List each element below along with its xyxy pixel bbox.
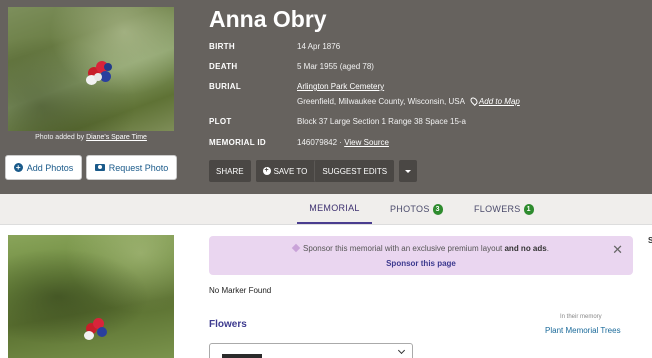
birth-label: BIRTH <box>209 42 235 51</box>
photos-count-badge: 3 <box>432 203 443 215</box>
sponsor-banner: Sponsor this memorial with an exclusive … <box>209 236 633 275</box>
suggest-edits-button[interactable]: SUGGEST EDITS <box>314 160 395 182</box>
sponsor-link[interactable]: Sponsor this page <box>209 259 633 268</box>
add-photos-button[interactable]: + Add Photos <box>5 155 82 180</box>
plus-circle-icon: + <box>262 167 271 175</box>
birth-value: 14 Apr 1876 <box>297 42 341 51</box>
burial-cemetery-link[interactable]: Arlington Park Cemetery <box>297 82 384 91</box>
caret-down-icon <box>405 169 412 173</box>
map-pin-icon <box>468 96 479 106</box>
death-value: 5 Mar 1955 (aged 78) <box>297 62 374 71</box>
camera-icon <box>94 164 105 171</box>
sponsor-text-main: Sponsor this memorial with an exclusive … <box>303 244 503 253</box>
burial-location: Greenfield, Milwaukee County, Wisconsin,… <box>297 97 465 106</box>
photo-credit: Photo added by Diane's Spare Time <box>8 134 174 141</box>
burial-location-wrap: Greenfield, Milwaukee County, Wisconsin,… <box>297 96 520 106</box>
close-icon[interactable]: ✕ <box>612 242 623 258</box>
plant-trees-link[interactable]: Plant Memorial Trees <box>545 326 621 335</box>
suggest-edits-label: SUGGEST EDITS <box>322 166 388 176</box>
memorial-id-separator: · <box>339 138 342 147</box>
view-source-link[interactable]: View Source <box>344 138 389 147</box>
cemetery-link-text[interactable]: Arlington Park Cemetery <box>297 82 384 91</box>
flowers-count-badge: 1 <box>523 203 534 215</box>
tab-memorial-label: MEMORIAL <box>309 203 360 213</box>
tab-memorial[interactable]: MEMORIAL <box>297 194 372 224</box>
sponsor-text: Sponsor this memorial with an exclusive … <box>209 243 633 253</box>
save-to-button[interactable]: + SAVE TO <box>255 160 315 182</box>
flower-thumbnail <box>222 354 262 358</box>
save-to-label: SAVE TO <box>273 166 308 176</box>
memorial-id-value: 146079842 <box>297 138 338 147</box>
plus-circle-icon: + <box>13 163 23 172</box>
tab-flowers-label: FLOWERS <box>474 204 521 214</box>
save-edit-group: + SAVE TO SUGGEST EDITS <box>255 160 395 182</box>
request-photo-label: Request Photo <box>108 162 169 173</box>
tab-photos-label: PHOTOS <box>390 204 430 214</box>
more-actions-button[interactable] <box>399 160 418 182</box>
flower-bouquet-image <box>80 315 112 345</box>
memorial-name: Anna Obry <box>209 6 327 32</box>
chevron-down-icon <box>397 346 406 355</box>
flower-bouquet-image <box>82 59 114 89</box>
grave-photo[interactable] <box>8 235 174 358</box>
plot-value: Block 37 Large Section 1 Range 38 Space … <box>297 117 467 126</box>
sidebar-edge-text: S <box>648 236 652 245</box>
request-photo-button[interactable]: Request Photo <box>86 155 177 180</box>
sponsor-text-bold: and no ads <box>504 244 547 253</box>
in-memory-label: In their memory <box>560 314 602 320</box>
plot-label: PLOT <box>209 117 232 126</box>
tab-photos[interactable]: PHOTOS 3 <box>390 194 443 224</box>
tab-bar: MEMORIAL PHOTOS 3 FLOWERS 1 <box>0 194 652 225</box>
no-marker-text: No Marker Found <box>209 286 272 295</box>
share-label: SHARE <box>216 166 244 176</box>
tab-flowers[interactable]: FLOWERS 1 <box>474 194 534 224</box>
photo-credit-prefix: Photo added by <box>35 134 85 141</box>
add-photos-label: Add Photos <box>26 162 74 173</box>
memorial-id-wrap: 146079842 · View Source <box>297 138 389 147</box>
flowers-heading: Flowers <box>209 319 247 330</box>
flower-card[interactable] <box>209 343 413 358</box>
sponsor-text-end: . <box>546 244 549 253</box>
share-button[interactable]: SHARE <box>209 160 251 182</box>
death-label: DEATH <box>209 62 238 71</box>
memorial-photo[interactable] <box>8 7 174 131</box>
burial-label: BURIAL <box>209 82 242 91</box>
photo-credit-link[interactable]: Diane's Spare Time <box>86 134 147 141</box>
diamond-icon <box>291 243 301 253</box>
add-to-map-link[interactable]: Add to Map <box>479 97 520 106</box>
memorial-id-label: MEMORIAL ID <box>209 138 266 147</box>
memorial-actions: SHARE + SAVE TO SUGGEST EDITS <box>209 160 418 182</box>
